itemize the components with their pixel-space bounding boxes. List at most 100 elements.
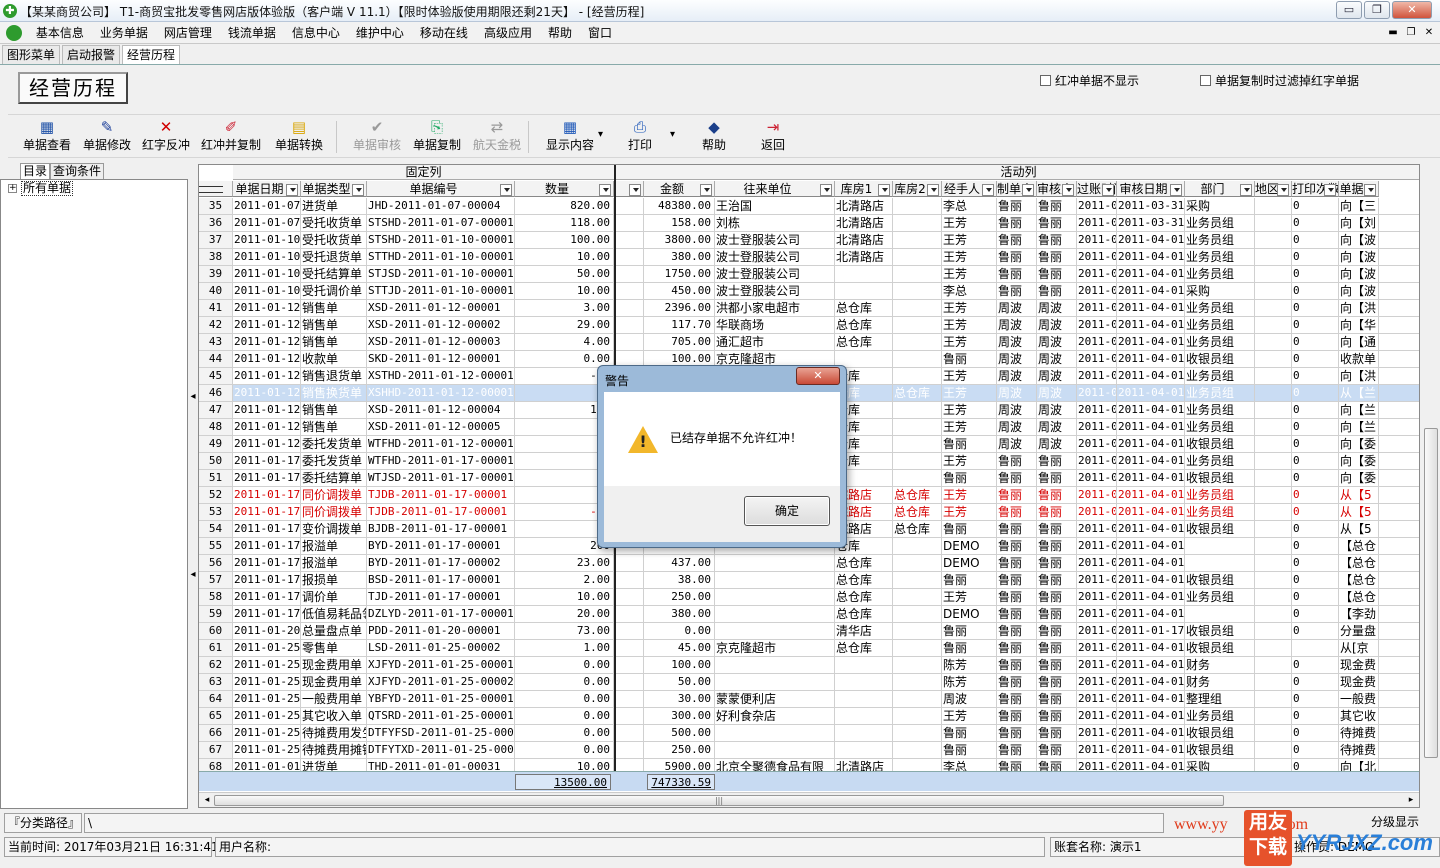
menu-info-center[interactable]: 信息中心 — [284, 22, 348, 44]
table-row[interactable]: 59 2011-01-17 低值易耗品领 DZLYD-2011-01-17-00001… — [199, 606, 1419, 623]
toolbar-button-0[interactable]: ▦ 单据查看 — [20, 117, 74, 157]
column-header-12[interactable]: 过账时间 — [1077, 181, 1117, 197]
menu-cash-docs[interactable]: 钱流单据 — [220, 22, 284, 44]
tab-startup-alert[interactable]: 启动报警 — [62, 45, 121, 64]
toolbar-button-3[interactable]: ✐ 红冲并复制 — [198, 117, 264, 157]
column-header-7[interactable]: 库房1 — [835, 181, 893, 197]
menu-online-store[interactable]: 网店管理 — [156, 22, 220, 44]
column-header-14[interactable]: 部门 — [1185, 181, 1255, 197]
scroll-left-icon[interactable]: ◂ — [201, 794, 213, 806]
table-row[interactable]: 63 2011-01-25 现金费用单 XJFYD-2011-01-25-00002 0… — [199, 674, 1419, 691]
maximize-button[interactable]: ❐ — [1364, 1, 1390, 19]
table-row[interactable]: 43 2011-01-12 销售单 XSD-2011-01-12-00003 4.00 7… — [199, 334, 1419, 351]
table-row[interactable]: 66 2011-01-25 待摊费用发生 DTFYFSD-2011-01-25-000… — [199, 725, 1419, 742]
toolbar-button-2[interactable]: ✕ 红字反冲 — [140, 117, 192, 157]
table-cell: 2011-04-01 — [1118, 402, 1185, 418]
column-header-10[interactable]: 制单人 — [997, 181, 1037, 197]
tab-catalog[interactable]: 目录 — [20, 163, 51, 179]
table-row[interactable]: 37 2011-01-10 受托收货单 STSHD-2011-01-10-00001 1… — [199, 232, 1419, 249]
table-cell: 业务员组 — [1185, 589, 1255, 605]
filter-red-option[interactable]: 单据复制时过滤掉红字单据 — [1200, 72, 1359, 89]
table-cell: 158.00 — [644, 215, 715, 231]
hide-red-checkbox[interactable] — [1040, 75, 1051, 86]
toolbar-button-9[interactable]: ⎙ 打印 — [622, 117, 658, 157]
table-row[interactable]: 61 2011-01-25 零售单 LSD-2011-01-25-00002 1.00 4… — [199, 640, 1419, 657]
column-header-15[interactable]: 地区 — [1255, 181, 1292, 197]
horizontal-scrollbar[interactable]: ◂ ||| ▸ — [199, 792, 1419, 807]
filter-red-checkbox[interactable] — [1200, 75, 1211, 86]
toolbar-button-11[interactable]: ⇥ 返回 — [758, 117, 788, 157]
menu-mobile[interactable]: 移动在线 — [412, 22, 476, 44]
toolbar-button-7[interactable]: ⇄ 航天金税 — [470, 117, 524, 157]
table-cell — [715, 657, 835, 673]
column-header-5[interactable]: 金额 — [644, 181, 715, 197]
toolbar-button-1[interactable]: ✎ 单据修改 — [80, 117, 134, 157]
tree-expand-icon[interactable]: + — [8, 184, 17, 193]
dropdown-arrow-icon[interactable]: ▾ — [598, 129, 603, 140]
menu-advanced[interactable]: 高级应用 — [476, 22, 540, 44]
column-header-8[interactable]: 库房2 — [893, 181, 942, 197]
table-row[interactable]: 58 2011-01-17 调价单 TJD-2011-01-17-00001 10.00… — [199, 589, 1419, 606]
menu-maintenance[interactable]: 维护中心 — [348, 22, 412, 44]
tab-graphic-menu[interactable]: 图形菜单 — [2, 45, 61, 64]
table-row[interactable]: 65 2011-01-25 其它收入单 QTSRD-2011-01-25-00001 0… — [199, 708, 1419, 725]
table-cell: 2396.00 — [644, 300, 715, 316]
ok-button[interactable]: 确定 — [744, 496, 830, 526]
column-header-17[interactable]: 单据 — [1339, 181, 1379, 197]
table-row[interactable]: 56 2011-01-17 报溢单 BYD-2011-01-17-00002 23.00… — [199, 555, 1419, 572]
table-row[interactable]: 41 2011-01-12 销售单 XSD-2011-01-12-00001 3.00 2… — [199, 300, 1419, 317]
menu-basic-info[interactable]: 基本信息 — [28, 22, 92, 44]
table-row[interactable]: 36 2011-01-07 受托收货单 STSHD-2011-01-07-00001 1… — [199, 215, 1419, 232]
column-header-0[interactable]: 单据日期 — [233, 181, 301, 197]
vertical-scrollbar[interactable] — [1423, 180, 1439, 808]
dialog-close-button[interactable]: ✕ — [796, 367, 840, 385]
column-header-2[interactable]: 单据编号 — [367, 181, 515, 197]
table-cell: 蒙蒙便利店 — [715, 691, 835, 707]
mdi-restore-icon[interactable]: ❐ — [1404, 26, 1418, 40]
hscroll-thumb[interactable]: ||| — [214, 795, 1224, 806]
table-row[interactable]: 39 2011-01-10 受托结算单 STJSD-2011-01-10-00001 5… — [199, 266, 1419, 283]
column-header-1[interactable]: 单据类型 — [301, 181, 367, 197]
mdi-minimize-icon[interactable]: ▬ — [1386, 26, 1400, 40]
column-header-3[interactable]: 数量 — [515, 181, 614, 197]
toolbar-button-4[interactable]: ▤ 单据转换 — [268, 117, 330, 157]
table-row[interactable]: 38 2011-01-10 受托退货单 STTHD-2011-01-10-00001 1… — [199, 249, 1419, 266]
scroll-right-icon[interactable]: ▸ — [1405, 794, 1417, 806]
toolbar-button-6[interactable]: ⎘ 单据复制 — [410, 117, 464, 157]
column-header-11[interactable]: 审核人 — [1037, 181, 1077, 197]
mdi-close-icon[interactable]: ✕ — [1422, 26, 1436, 40]
column-header-13[interactable]: 审核日期 — [1117, 181, 1185, 197]
vscroll-thumb[interactable] — [1424, 428, 1438, 758]
table-row[interactable]: 64 2011-01-25 一般费用单 YBFYD-2011-01-25-00001 0… — [199, 691, 1419, 708]
table-row[interactable]: 62 2011-01-25 现金费用单 XJFYD-2011-01-25-00001 0… — [199, 657, 1419, 674]
window-close-button[interactable]: ✕ — [1392, 1, 1432, 19]
table-row[interactable]: 67 2011-01-25 待摊费用摊销 DTFYTXD-2011-01-25-000… — [199, 742, 1419, 759]
table-row[interactable]: 35 2011-01-07 进货单 JHD-2011-01-07-00004 820.0… — [199, 198, 1419, 215]
column-header-4[interactable] — [614, 181, 644, 197]
table-row[interactable]: 60 2011-01-20 总量盘点单 PDD-2011-01-20-00001 73.… — [199, 623, 1419, 640]
table-cell: 2011-04-01 — [1118, 725, 1185, 741]
minimize-button[interactable]: ▭ — [1336, 1, 1362, 19]
collapse-arrow-icon[interactable]: ◂ — [189, 390, 197, 404]
column-header-6[interactable]: 往来单位 — [715, 181, 835, 197]
row-selector-header[interactable] — [199, 181, 233, 197]
table-cell: LSD-2011-01-25-00002 — [367, 640, 515, 656]
toolbar-button-8[interactable]: ▦ 显示内容 — [538, 117, 602, 157]
collapse-arrow-icon-2[interactable]: ◂ — [189, 568, 197, 582]
toolbar-button-5[interactable]: ✔ 单据审核 — [350, 117, 404, 157]
menu-window[interactable]: 窗口 — [580, 22, 620, 44]
toolbar-button-10[interactable]: ◆ 帮助 — [698, 117, 730, 157]
table-row[interactable]: 42 2011-01-12 销售单 XSD-2011-01-12-00002 29.00… — [199, 317, 1419, 334]
hide-red-option[interactable]: 红冲单据不显示 — [1040, 72, 1139, 89]
table-cell: 王芳 — [942, 317, 997, 333]
menu-business-docs[interactable]: 业务单据 — [92, 22, 156, 44]
tree-item-all-docs[interactable]: 所有单据 — [21, 181, 74, 196]
tab-query-conditions[interactable]: 查询条件 — [50, 163, 105, 179]
table-row[interactable]: 40 2011-01-10 受托调价单 STTJD-2011-01-10-00001 1… — [199, 283, 1419, 300]
table-row[interactable]: 57 2011-01-17 报损单 BSD-2011-01-17-00001 2.00 3… — [199, 572, 1419, 589]
column-header-16[interactable]: 打印次数 — [1292, 181, 1339, 197]
dropdown-arrow-icon[interactable]: ▾ — [670, 129, 675, 140]
menu-help[interactable]: 帮助 — [540, 22, 580, 44]
tab-business-history[interactable]: 经营历程 — [122, 45, 181, 64]
column-header-9[interactable]: 经手人 — [942, 181, 997, 197]
